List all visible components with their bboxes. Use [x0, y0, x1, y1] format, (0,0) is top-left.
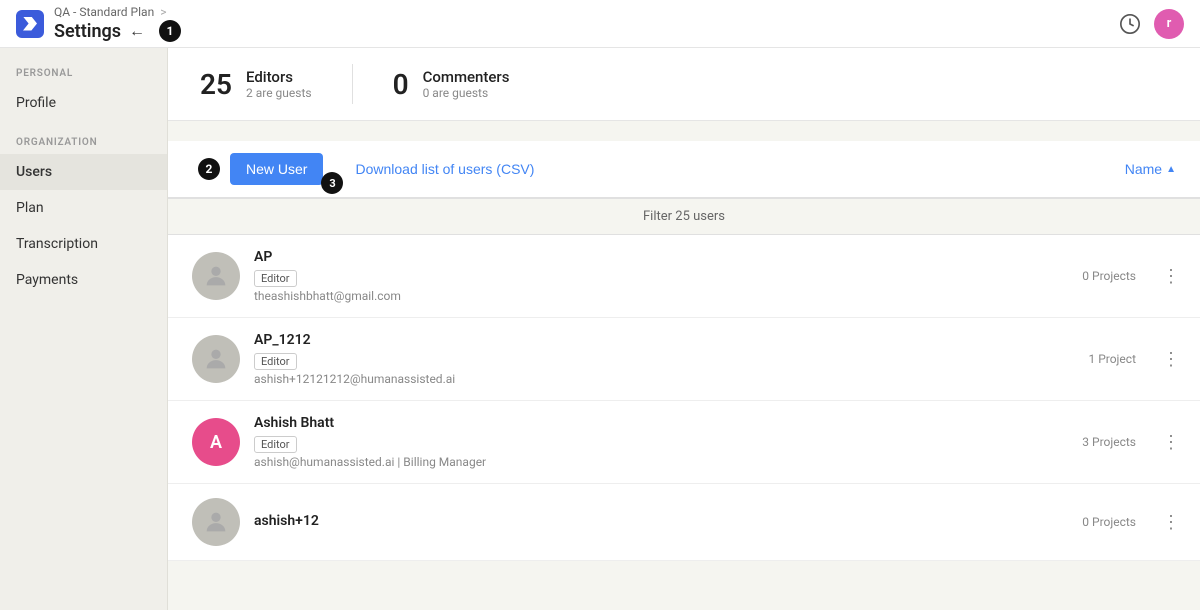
filter-text: Filter 25 users — [643, 209, 725, 224]
commenters-sub: 0 are guests — [423, 86, 510, 100]
editors-stat: 25 Editors 2 are guests — [200, 68, 352, 101]
user-more-button[interactable]: ⋮ — [1158, 262, 1184, 291]
topbar: QA - Standard Plan > Settings ← 1 r — [0, 0, 1200, 48]
user-email: theashishbhatt@gmail.com — [254, 289, 1068, 303]
user-more-button[interactable]: ⋮ — [1158, 345, 1184, 374]
user-info: AP_1212 Editor ashish+12121212@humanassist… — [254, 332, 1074, 386]
user-info: AP Editor theashishbhatt@gmail.com — [254, 249, 1068, 303]
main-layout: PERSONAL Profile ORGANIZATION Users Plan… — [0, 48, 1200, 610]
sidebar-item-plan[interactable]: Plan — [0, 190, 167, 226]
sidebar: PERSONAL Profile ORGANIZATION Users Plan… — [0, 48, 168, 610]
commenters-info: Commenters 0 are guests — [423, 68, 510, 100]
commenters-count: 0 — [393, 68, 409, 101]
user-name: AP_1212 — [254, 332, 1074, 348]
user-more-button[interactable]: ⋮ — [1158, 428, 1184, 457]
filter-row: Filter 25 users — [168, 198, 1200, 235]
app-logo[interactable] — [16, 10, 44, 38]
commenters-stat: 0 Commenters 0 are guests — [393, 68, 550, 101]
user-name: AP — [254, 249, 1068, 265]
sidebar-org-section: ORGANIZATION Users Plan Transcription Pa… — [0, 137, 167, 298]
user-avatar[interactable]: r — [1154, 9, 1184, 39]
sort-arrow-icon: ▲ — [1166, 164, 1176, 175]
step1-badge: 1 — [159, 20, 181, 42]
user-email: ashish+12121212@humanassisted.ai — [254, 372, 1074, 386]
user-role-badge: Editor — [254, 436, 297, 453]
user-name: Ashish Bhatt — [254, 415, 1068, 431]
step2-badge: 2 — [198, 158, 220, 180]
sort-name-label: Name — [1125, 161, 1162, 177]
user-projects: 0 Projects — [1082, 515, 1136, 529]
user-more-button[interactable]: ⋮ — [1158, 508, 1184, 537]
sidebar-personal-label: PERSONAL — [0, 68, 167, 79]
step3-badge: 3 — [321, 172, 343, 194]
history-icon[interactable] — [1118, 12, 1142, 36]
new-user-button[interactable]: New User — [230, 153, 323, 185]
user-role-badge: Editor — [254, 353, 297, 370]
users-section: 2 New User 3 Download list of users (CSV… — [168, 121, 1200, 581]
app-logo-icon — [23, 17, 37, 31]
breadcrumb: QA - Standard Plan > — [54, 5, 181, 19]
user-projects: 0 Projects — [1082, 269, 1136, 283]
topbar-right: r — [1118, 9, 1184, 39]
user-row: ashish+12 0 Projects ⋮ — [168, 484, 1200, 561]
users-toolbar: 2 New User 3 Download list of users (CSV… — [168, 141, 1200, 198]
sidebar-item-users[interactable]: Users — [0, 154, 167, 190]
editors-count: 25 — [200, 68, 232, 101]
page-title-area: Settings ← 1 — [54, 20, 181, 42]
editors-info: Editors 2 are guests — [246, 68, 312, 100]
user-role-badge: Editor — [254, 270, 297, 287]
user-email: ashish@humanassisted.ai | Billing Manage… — [254, 455, 1068, 469]
page-title: Settings — [54, 21, 121, 42]
stats-bar: 25 Editors 2 are guests 0 Commenters 0 a… — [168, 48, 1200, 121]
download-csv-button[interactable]: Download list of users (CSV) — [351, 153, 538, 185]
user-avatar-img — [192, 498, 240, 546]
user-info: Ashish Bhatt Editor ashish@humanassisted.a… — [254, 415, 1068, 469]
editors-sub: 2 are guests — [246, 86, 312, 100]
sidebar-item-profile[interactable]: Profile — [0, 85, 167, 121]
user-name: ashish+12 — [254, 513, 1068, 529]
user-projects: 1 Project — [1088, 352, 1136, 366]
sidebar-item-payments[interactable]: Payments — [0, 262, 167, 298]
user-avatar-img: A — [192, 418, 240, 466]
sidebar-item-transcription[interactable]: Transcription — [0, 226, 167, 262]
user-info: ashish+12 — [254, 513, 1068, 531]
user-list: AP Editor theashishbhatt@gmail.com 0 Projec… — [192, 235, 1176, 561]
stat-divider — [352, 64, 353, 104]
breadcrumb-text: QA - Standard Plan — [54, 5, 154, 19]
sort-name-button[interactable]: Name ▲ — [1125, 161, 1176, 177]
breadcrumb-separator: > — [160, 5, 166, 19]
editors-label: Editors — [246, 68, 312, 86]
back-arrow-icon[interactable]: ← — [129, 21, 145, 41]
user-row: A Ashish Bhatt Editor ashish@humanassisted.… — [168, 401, 1200, 484]
topbar-left: QA - Standard Plan > Settings ← 1 — [16, 5, 181, 42]
content-area: 25 Editors 2 are guests 0 Commenters 0 a… — [168, 48, 1200, 610]
user-avatar-img — [192, 252, 240, 300]
user-avatar-img — [192, 335, 240, 383]
sidebar-personal-section: PERSONAL Profile — [0, 68, 167, 121]
commenters-label: Commenters — [423, 68, 510, 86]
user-row: AP_1212 Editor ashish+12121212@humanassist… — [168, 318, 1200, 401]
user-row: AP Editor theashishbhatt@gmail.com 0 Projec… — [168, 235, 1200, 318]
user-projects: 3 Projects — [1082, 435, 1136, 449]
sidebar-org-label: ORGANIZATION — [0, 137, 167, 148]
